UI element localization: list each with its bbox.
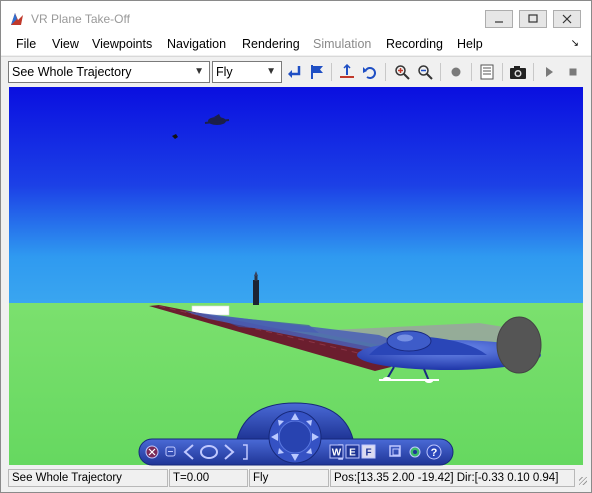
toolbar-separator bbox=[471, 63, 472, 81]
toolbar-separator bbox=[440, 63, 441, 81]
menu-rendering[interactable]: Rendering bbox=[242, 37, 300, 51]
maximize-window-button[interactable] bbox=[519, 10, 547, 28]
toolbar-separator bbox=[331, 63, 332, 81]
sky bbox=[9, 87, 583, 305]
status-time: T=0.00 bbox=[169, 469, 248, 487]
menu-navigation[interactable]: Navigation bbox=[167, 37, 226, 51]
create-viewpoint-flag-icon[interactable] bbox=[308, 63, 326, 81]
snapshot-camera-icon[interactable] bbox=[509, 63, 527, 81]
matlab-app-icon bbox=[11, 13, 23, 25]
menu-file[interactable]: File bbox=[16, 37, 36, 51]
chevron-down-icon: ▼ bbox=[266, 66, 276, 77]
viewpoint-select[interactable]: See Whole Trajectory ▼ bbox=[8, 61, 210, 83]
viewpoint-select-value: See Whole Trajectory bbox=[12, 65, 132, 79]
minimize-window-button[interactable] bbox=[485, 10, 513, 28]
record-icon[interactable] bbox=[447, 63, 465, 81]
close-window-button[interactable] bbox=[553, 10, 581, 28]
menu-recording[interactable]: Recording bbox=[386, 37, 443, 51]
menu-overflow-icon[interactable]: ↘ bbox=[571, 38, 579, 49]
fly-mode-button[interactable]: F bbox=[361, 444, 376, 459]
status-position: Pos:[13.35 2.00 -19.42] Dir:[-0.33 0.10 … bbox=[330, 469, 575, 487]
toolbar-separator bbox=[502, 63, 503, 81]
title-bar: VR Plane Take-Off bbox=[1, 1, 591, 33]
minimize-icon bbox=[495, 21, 503, 23]
close-panel-icon[interactable] bbox=[145, 445, 159, 459]
straighten-up-icon[interactable] bbox=[338, 63, 356, 81]
status-viewpoint: See Whole Trajectory bbox=[8, 469, 168, 487]
window-title: VR Plane Take-Off bbox=[31, 12, 130, 26]
menu-help[interactable]: Help bbox=[457, 37, 483, 51]
chevron-down-icon: ▼ bbox=[194, 66, 204, 77]
stop-icon[interactable] bbox=[564, 63, 582, 81]
menu-viewpoints[interactable]: Viewpoints bbox=[92, 37, 152, 51]
settings-icon[interactable] bbox=[409, 446, 421, 458]
navigation-select-value: Fly bbox=[216, 65, 233, 79]
w-label: W bbox=[332, 448, 342, 459]
play-icon[interactable] bbox=[540, 63, 558, 81]
zoom-in-icon[interactable] bbox=[393, 63, 411, 81]
capture-frame-icon[interactable] bbox=[478, 63, 496, 81]
zoom-out-icon[interactable] bbox=[416, 63, 434, 81]
wireframe-button[interactable]: W bbox=[329, 444, 344, 459]
headlight-button[interactable]: E bbox=[345, 444, 360, 459]
help-label: ? bbox=[431, 447, 438, 459]
menu-view[interactable]: View bbox=[52, 37, 79, 51]
resize-grip-icon[interactable] bbox=[579, 477, 587, 485]
help-icon[interactable]: ? bbox=[426, 444, 442, 460]
navigation-panel: W E F ? bbox=[138, 402, 454, 466]
toolbar-separator bbox=[533, 63, 534, 81]
undo-move-icon[interactable] bbox=[361, 63, 379, 81]
maximize-icon bbox=[528, 14, 538, 23]
f-label: F bbox=[365, 448, 371, 459]
menu-simulation: Simulation bbox=[313, 37, 372, 51]
close-icon bbox=[562, 14, 572, 24]
return-to-viewpoint-icon[interactable] bbox=[286, 63, 304, 81]
status-mode: Fly bbox=[249, 469, 329, 487]
toolbar-separator bbox=[385, 63, 386, 81]
menu-bar: File View Viewpoints Navigation Renderin… bbox=[1, 33, 591, 55]
status-bar: See Whole Trajectory T=0.00 Fly Pos:[13.… bbox=[1, 467, 591, 491]
e-label: E bbox=[349, 448, 356, 459]
app-window: VR Plane Take-Off File View Viewpoints N… bbox=[0, 0, 592, 493]
navigation-select[interactable]: Fly ▼ bbox=[212, 61, 282, 83]
toolbar: See Whole Trajectory ▼ Fly ▼ bbox=[1, 56, 591, 87]
direction-pad-icon[interactable] bbox=[268, 410, 322, 464]
